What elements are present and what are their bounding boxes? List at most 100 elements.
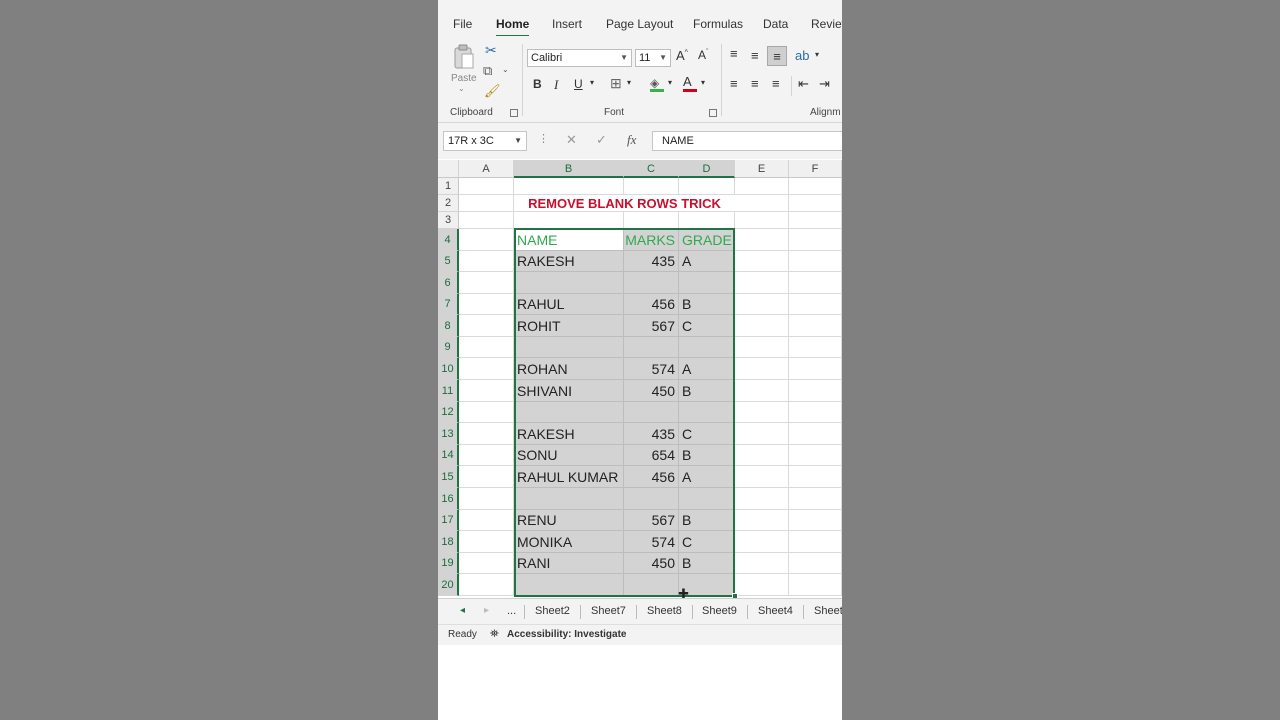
data-cell-grade[interactable]: C (679, 315, 735, 337)
data-cell-name[interactable]: ROHAN (514, 358, 624, 380)
grid-cell[interactable] (624, 212, 679, 229)
data-cell-grade[interactable] (679, 272, 735, 294)
grid-cell[interactable] (624, 178, 679, 195)
grid-cell[interactable] (789, 337, 842, 358)
data-cell-name[interactable]: RANI (514, 553, 624, 574)
data-cell-name[interactable] (514, 272, 624, 294)
data-cell-name[interactable]: RAKESH (514, 251, 624, 272)
grid-cell[interactable] (679, 178, 735, 195)
underline-dropdown-icon[interactable]: ▾ (590, 78, 594, 87)
font-size-combo[interactable]: 11 ▼ (635, 49, 671, 67)
borders-icon[interactable]: ⊞ (610, 75, 622, 92)
sheet-tab[interactable]: Sheet8 (647, 605, 682, 617)
data-cell-name[interactable] (514, 574, 624, 596)
orientation-dropdown-icon[interactable]: ▾ (815, 50, 819, 59)
grid-cell[interactable] (459, 294, 514, 315)
grid-cell[interactable] (459, 488, 514, 510)
row-header[interactable]: 6 (438, 272, 459, 294)
row-header[interactable]: 1 (438, 178, 459, 195)
font-dialog-launcher-icon[interactable] (709, 109, 717, 117)
grid-cell[interactable] (789, 358, 842, 380)
grid-cell[interactable] (789, 445, 842, 466)
insert-function-icon[interactable]: fx (627, 132, 636, 148)
data-cell-grade[interactable]: B (679, 380, 735, 402)
sheet-tab[interactable]: Sheet (814, 605, 842, 617)
data-cell-grade[interactable] (679, 402, 735, 423)
grid-cell[interactable] (459, 402, 514, 423)
grid-cell[interactable] (735, 337, 789, 358)
row-header[interactable]: 13 (438, 423, 459, 445)
row-header[interactable]: 5 (438, 251, 459, 272)
grid-cell[interactable] (459, 510, 514, 531)
data-cell-marks[interactable]: 450 (624, 553, 679, 574)
header-cell-grade[interactable]: GRADE (679, 229, 735, 251)
scroll-right-icon[interactable]: ▸ (484, 605, 489, 616)
grid-cell[interactable] (789, 229, 842, 251)
row-header[interactable]: 12 (438, 402, 459, 423)
row-header[interactable]: 3 (438, 212, 459, 229)
orientation-icon[interactable]: ab (795, 48, 809, 63)
grid-cell[interactable] (789, 510, 842, 531)
grid-cell[interactable] (735, 380, 789, 402)
data-cell-grade[interactable]: B (679, 294, 735, 315)
data-cell-name[interactable]: RAHUL (514, 294, 624, 315)
grid-cell[interactable] (735, 294, 789, 315)
grid-cell[interactable] (789, 272, 842, 294)
align-right-icon[interactable]: ≡ (772, 76, 780, 91)
data-cell-marks[interactable]: 450 (624, 380, 679, 402)
row-header[interactable]: 14 (438, 445, 459, 466)
data-cell-name[interactable]: RENU (514, 510, 624, 531)
data-cell-name[interactable]: ROHIT (514, 315, 624, 337)
grid-cell[interactable] (735, 195, 789, 212)
cancel-icon[interactable]: ✕ (566, 132, 577, 148)
decrease-indent-icon[interactable]: ⇤ (798, 76, 809, 92)
grid-cell[interactable] (789, 466, 842, 488)
row-header[interactable]: 17 (438, 510, 459, 531)
row-header[interactable]: 16 (438, 488, 459, 510)
row-header[interactable]: 8 (438, 315, 459, 337)
grid-cell[interactable] (735, 423, 789, 445)
underline-button[interactable]: U (574, 77, 583, 91)
row-header[interactable]: 4 (438, 229, 459, 251)
grid-cell[interactable] (459, 229, 514, 251)
accessibility-status[interactable]: Accessibility: Investigate (507, 629, 627, 640)
data-cell-marks[interactable]: 456 (624, 294, 679, 315)
align-top-icon[interactable]: ≡ (730, 46, 738, 61)
clipboard-dialog-launcher-icon[interactable] (510, 109, 518, 117)
data-cell-name[interactable]: RAHUL KUMAR (514, 466, 624, 488)
data-cell-marks[interactable] (624, 337, 679, 358)
grid-cell[interactable] (514, 178, 624, 195)
grid-cell[interactable] (735, 229, 789, 251)
bold-button[interactable]: B (533, 77, 542, 91)
copy-dropdown-icon[interactable]: ⌄ (502, 65, 509, 74)
fill-color-icon[interactable]: ◈ (650, 76, 664, 92)
tab-formulas[interactable]: Formulas (693, 17, 743, 31)
data-cell-marks[interactable] (624, 402, 679, 423)
grid-cell[interactable] (459, 251, 514, 272)
grid-cell[interactable] (735, 402, 789, 423)
grid-cell[interactable] (459, 315, 514, 337)
column-header[interactable]: E (735, 160, 789, 178)
grid-cell[interactable] (789, 294, 842, 315)
data-cell-marks[interactable]: 456 (624, 466, 679, 488)
sheet-tab[interactable]: Sheet2 (535, 605, 570, 617)
row-header[interactable]: 18 (438, 531, 459, 553)
font-color-icon[interactable]: A (683, 74, 697, 92)
tab-page-layout[interactable]: Page Layout (606, 17, 673, 31)
data-cell-grade[interactable]: B (679, 445, 735, 466)
decrease-font-size-icon[interactable]: Aˇ (698, 48, 708, 62)
sheet-tab[interactable]: Sheet9 (702, 605, 737, 617)
grid-cell[interactable] (789, 553, 842, 574)
grid-cell[interactable] (735, 488, 789, 510)
scroll-left-icon[interactable]: ◂ (460, 605, 465, 616)
borders-dropdown-icon[interactable]: ▾ (627, 78, 631, 87)
align-bottom-icon[interactable]: ≡ (767, 46, 787, 66)
data-cell-grade[interactable]: B (679, 510, 735, 531)
data-cell-name[interactable]: RAKESH (514, 423, 624, 445)
grid-cell[interactable] (514, 212, 624, 229)
grid-cell[interactable] (459, 195, 514, 212)
data-cell-grade[interactable]: C (679, 531, 735, 553)
data-cell-marks[interactable]: 654 (624, 445, 679, 466)
italic-button[interactable]: I (554, 77, 558, 93)
column-header[interactable]: F (789, 160, 842, 178)
